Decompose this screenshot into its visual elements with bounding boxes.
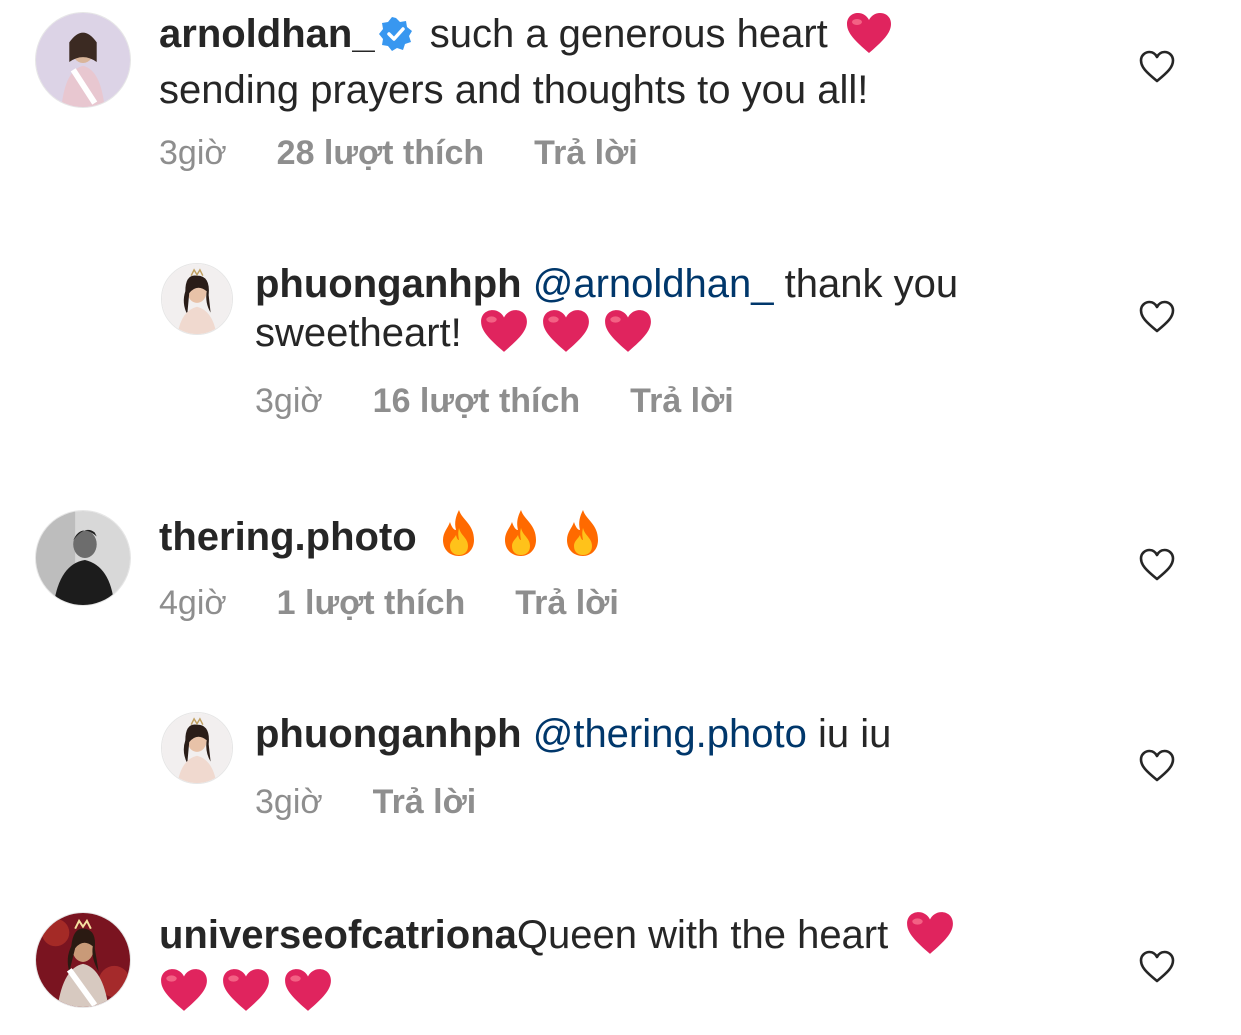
comment-text: thering.photo [159, 508, 614, 569]
heart-outline-icon[interactable] [1139, 548, 1175, 582]
comment-thering-photo: thering.photo 4giờ 1 lượt thích Trả lời [0, 500, 1241, 650]
reply-button[interactable]: Trả lời [630, 382, 734, 420]
comment-text: universeofcatrionaQueen with the heart [159, 910, 961, 1024]
timestamp[interactable]: 3giờ [159, 134, 227, 172]
comment-body: such a generous heart [429, 12, 828, 56]
red-heart-emoji [905, 910, 955, 967]
mention-link[interactable]: @arnoldhan_ [533, 262, 774, 306]
comment-meta: 3giờ 16 lượt thích Trả lời [255, 381, 784, 421]
red-heart-emoji [221, 967, 271, 1024]
heart-outline-icon[interactable] [1139, 50, 1175, 84]
comment-body: iu iu [817, 712, 892, 756]
reply-phuonganhph-1: phuonganhph @arnoldhan_ thank you sweeth… [0, 250, 1241, 450]
comment-meta: 3giờ 28 lượt thích Trả lời [159, 133, 688, 173]
mention-link[interactable]: @thering.photo [533, 712, 807, 756]
fire-emoji [496, 508, 546, 569]
heart-outline-icon[interactable] [1139, 749, 1175, 783]
comment-body: Queen with the heart [516, 913, 889, 957]
fire-emoji [558, 508, 608, 569]
red-heart-emoji [283, 967, 333, 1024]
comment-meta: 4giờ 1 lượt thích Trả lời [159, 583, 669, 623]
avatar[interactable] [35, 912, 131, 1008]
timestamp[interactable]: 3giờ [255, 382, 323, 420]
timestamp[interactable]: 4giờ [159, 584, 227, 622]
comment-body-line2: sweetheart! [255, 311, 462, 355]
like-count[interactable]: 28 lượt thích [277, 134, 485, 172]
red-heart-emoji [603, 308, 653, 365]
like-count[interactable]: 1 lượt thích [277, 584, 466, 622]
reply-phuonganhph-2: phuonganhph @thering.photo iu iu 3giờ Trả… [0, 700, 1241, 850]
comment-universeofcatriona: universeofcatrionaQueen with the heart [0, 900, 1241, 1035]
avatar[interactable] [161, 712, 233, 784]
avatar[interactable] [35, 12, 131, 108]
reply-button[interactable]: Trả lời [534, 134, 638, 172]
avatar[interactable] [35, 510, 131, 606]
timestamp[interactable]: 3giờ [255, 783, 323, 821]
username[interactable]: arnoldhan_ [159, 12, 375, 56]
comment-text: phuonganhph @thering.photo iu iu [255, 710, 891, 758]
red-heart-emoji [845, 11, 893, 66]
comment-text: arnoldhan_ such a generous heart sending… [159, 10, 899, 114]
comment-text: phuonganhph @arnoldhan_ thank you sweeth… [255, 260, 958, 365]
username[interactable]: universeofcatriona [159, 913, 517, 957]
username[interactable]: thering.photo [159, 515, 417, 559]
red-heart-emoji [541, 308, 591, 365]
reply-button[interactable]: Trả lời [373, 783, 477, 821]
comment-arnoldhan: arnoldhan_ such a generous heart sending… [0, 0, 1241, 200]
verified-badge-icon [378, 14, 413, 62]
avatar[interactable] [161, 263, 233, 335]
comment-body-line2: sending prayers and thoughts to you all! [159, 68, 869, 112]
username[interactable]: phuonganhph [255, 262, 522, 306]
like-count[interactable]: 16 lượt thích [373, 382, 581, 420]
username[interactable]: phuonganhph [255, 712, 522, 756]
comment-body: thank you [784, 262, 959, 306]
comment-meta: 3giờ Trả lời [255, 782, 526, 822]
fire-emoji [434, 508, 484, 569]
reply-button[interactable]: Trả lời [515, 584, 619, 622]
red-heart-emoji [479, 308, 529, 365]
red-heart-emoji [159, 967, 209, 1024]
heart-outline-icon[interactable] [1139, 300, 1175, 334]
heart-outline-icon[interactable] [1139, 950, 1175, 984]
